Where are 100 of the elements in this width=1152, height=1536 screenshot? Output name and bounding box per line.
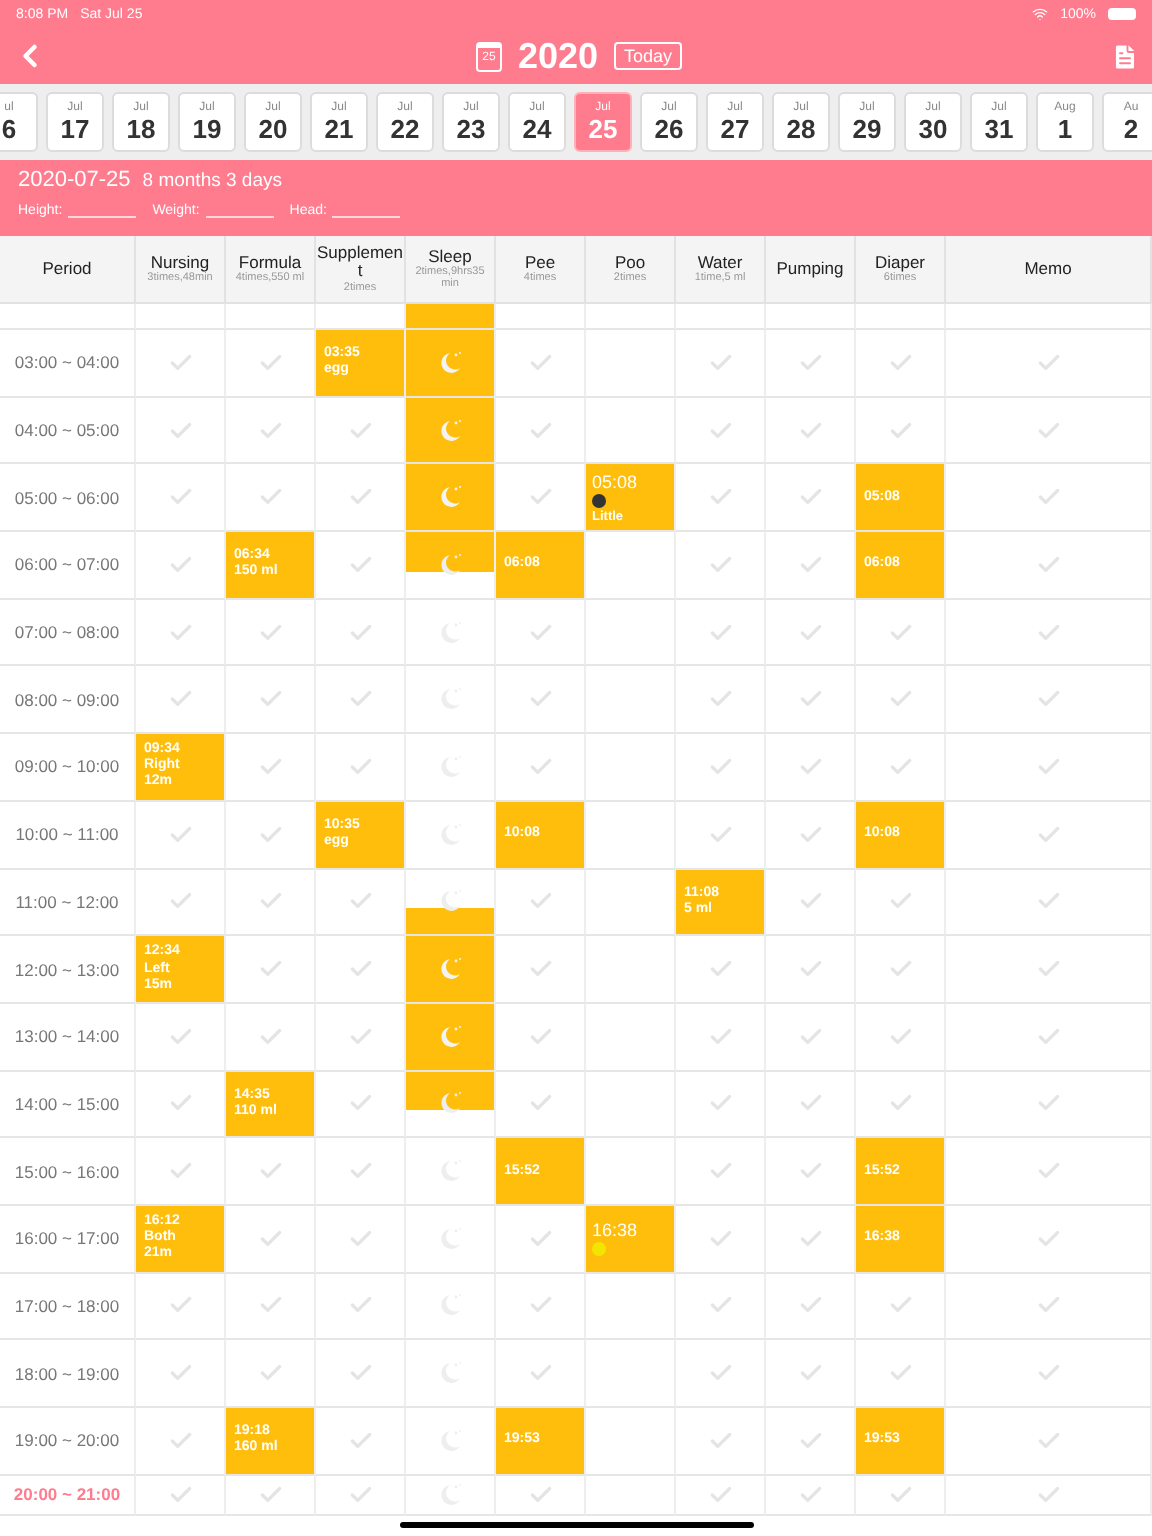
check-icon[interactable] bbox=[257, 753, 283, 780]
table-cell[interactable] bbox=[226, 304, 316, 330]
table-cell[interactable] bbox=[136, 304, 226, 330]
today-button[interactable]: Today bbox=[614, 42, 683, 70]
check-icon[interactable] bbox=[887, 619, 913, 646]
sleep-cell[interactable] bbox=[406, 1003, 496, 1072]
table-cell[interactable] bbox=[586, 936, 676, 1004]
check-icon[interactable] bbox=[1035, 821, 1061, 848]
check-icon[interactable] bbox=[257, 417, 283, 444]
check-icon[interactable] bbox=[167, 417, 193, 444]
check-icon[interactable] bbox=[1035, 1023, 1061, 1050]
check-icon[interactable] bbox=[707, 1481, 733, 1508]
sleep-cell[interactable] bbox=[406, 599, 496, 667]
check-icon[interactable] bbox=[1035, 1427, 1061, 1454]
check-icon[interactable] bbox=[707, 1427, 733, 1454]
check-icon[interactable] bbox=[347, 1225, 373, 1252]
check-icon[interactable] bbox=[1035, 551, 1061, 578]
check-icon[interactable] bbox=[527, 417, 553, 444]
check-icon[interactable] bbox=[887, 417, 913, 444]
table-cell[interactable] bbox=[586, 666, 676, 735]
sleep-cell[interactable] bbox=[406, 304, 496, 330]
check-icon[interactable] bbox=[347, 1023, 373, 1050]
check-icon[interactable] bbox=[707, 551, 733, 578]
table-cell[interactable] bbox=[586, 1408, 676, 1476]
check-icon[interactable] bbox=[797, 417, 823, 444]
check-icon[interactable] bbox=[797, 619, 823, 646]
sleep-cell[interactable] bbox=[406, 397, 496, 465]
document-icon[interactable] bbox=[1110, 41, 1140, 71]
table-cell[interactable] bbox=[586, 1340, 676, 1408]
check-icon[interactable] bbox=[527, 619, 553, 646]
check-icon[interactable] bbox=[167, 1481, 193, 1508]
check-icon[interactable] bbox=[887, 1023, 913, 1050]
table-cell[interactable] bbox=[496, 304, 586, 330]
table-cell[interactable] bbox=[586, 734, 676, 802]
table-cell[interactable] bbox=[766, 304, 856, 330]
sleep-cell[interactable] bbox=[406, 330, 496, 398]
check-icon[interactable] bbox=[707, 349, 733, 376]
check-icon[interactable] bbox=[347, 753, 373, 780]
sleep-cell[interactable] bbox=[406, 666, 496, 735]
check-icon[interactable] bbox=[707, 619, 733, 646]
check-icon[interactable] bbox=[257, 1023, 283, 1050]
poo-entry[interactable]: 16:38 bbox=[586, 1205, 674, 1272]
check-icon[interactable] bbox=[347, 619, 373, 646]
sleep-cell[interactable] bbox=[406, 532, 496, 600]
table-cell[interactable] bbox=[586, 532, 676, 600]
check-icon[interactable] bbox=[1035, 1225, 1061, 1252]
check-icon[interactable] bbox=[347, 551, 373, 578]
check-icon[interactable] bbox=[797, 1427, 823, 1454]
sleep-cell[interactable] bbox=[406, 1205, 496, 1274]
check-icon[interactable] bbox=[167, 551, 193, 578]
check-icon[interactable] bbox=[527, 753, 553, 780]
table-cell[interactable] bbox=[856, 304, 946, 330]
check-icon[interactable] bbox=[257, 1481, 283, 1508]
table-cell[interactable] bbox=[586, 801, 676, 869]
check-icon[interactable] bbox=[707, 1023, 733, 1050]
check-icon[interactable] bbox=[167, 619, 193, 646]
sleep-cell[interactable] bbox=[406, 1475, 496, 1516]
check-icon[interactable] bbox=[797, 1023, 823, 1050]
sleep-cell[interactable] bbox=[406, 869, 496, 937]
check-icon[interactable] bbox=[167, 821, 193, 848]
check-icon[interactable] bbox=[707, 417, 733, 444]
check-icon[interactable] bbox=[527, 1023, 553, 1050]
table-cell[interactable] bbox=[586, 304, 676, 330]
table-cell[interactable] bbox=[586, 1475, 676, 1516]
check-icon[interactable] bbox=[1035, 1481, 1061, 1508]
table-cell[interactable] bbox=[586, 1003, 676, 1072]
table-cell[interactable] bbox=[586, 599, 676, 667]
table-cell[interactable] bbox=[586, 1273, 676, 1341]
check-icon[interactable] bbox=[887, 349, 913, 376]
check-icon[interactable] bbox=[707, 821, 733, 848]
check-icon[interactable] bbox=[257, 821, 283, 848]
sleep-cell[interactable] bbox=[406, 1273, 496, 1341]
check-icon[interactable] bbox=[1035, 417, 1061, 444]
check-icon[interactable] bbox=[797, 753, 823, 780]
sleep-cell[interactable] bbox=[406, 1071, 496, 1139]
check-icon[interactable] bbox=[257, 349, 283, 376]
check-icon[interactable] bbox=[1035, 753, 1061, 780]
check-icon[interactable] bbox=[257, 1225, 283, 1252]
check-icon[interactable] bbox=[527, 1225, 553, 1252]
check-icon[interactable] bbox=[167, 349, 193, 376]
check-icon[interactable] bbox=[887, 753, 913, 780]
check-icon[interactable] bbox=[887, 1481, 913, 1508]
sleep-cell[interactable] bbox=[406, 734, 496, 802]
check-icon[interactable] bbox=[347, 1481, 373, 1508]
check-icon[interactable] bbox=[797, 821, 823, 848]
check-icon[interactable] bbox=[707, 753, 733, 780]
sleep-cell[interactable] bbox=[406, 1340, 496, 1408]
check-icon[interactable] bbox=[167, 1023, 193, 1050]
table-cell[interactable] bbox=[676, 304, 766, 330]
check-icon[interactable] bbox=[257, 619, 283, 646]
check-icon[interactable] bbox=[1035, 619, 1061, 646]
check-icon[interactable] bbox=[797, 349, 823, 376]
table-cell[interactable] bbox=[946, 304, 1152, 330]
check-icon[interactable] bbox=[347, 417, 373, 444]
check-icon[interactable] bbox=[707, 1225, 733, 1252]
check-icon[interactable] bbox=[797, 1481, 823, 1508]
check-icon[interactable] bbox=[797, 1225, 823, 1252]
check-icon[interactable] bbox=[527, 349, 553, 376]
check-icon[interactable] bbox=[347, 1427, 373, 1454]
sleep-cell[interactable] bbox=[406, 464, 496, 533]
